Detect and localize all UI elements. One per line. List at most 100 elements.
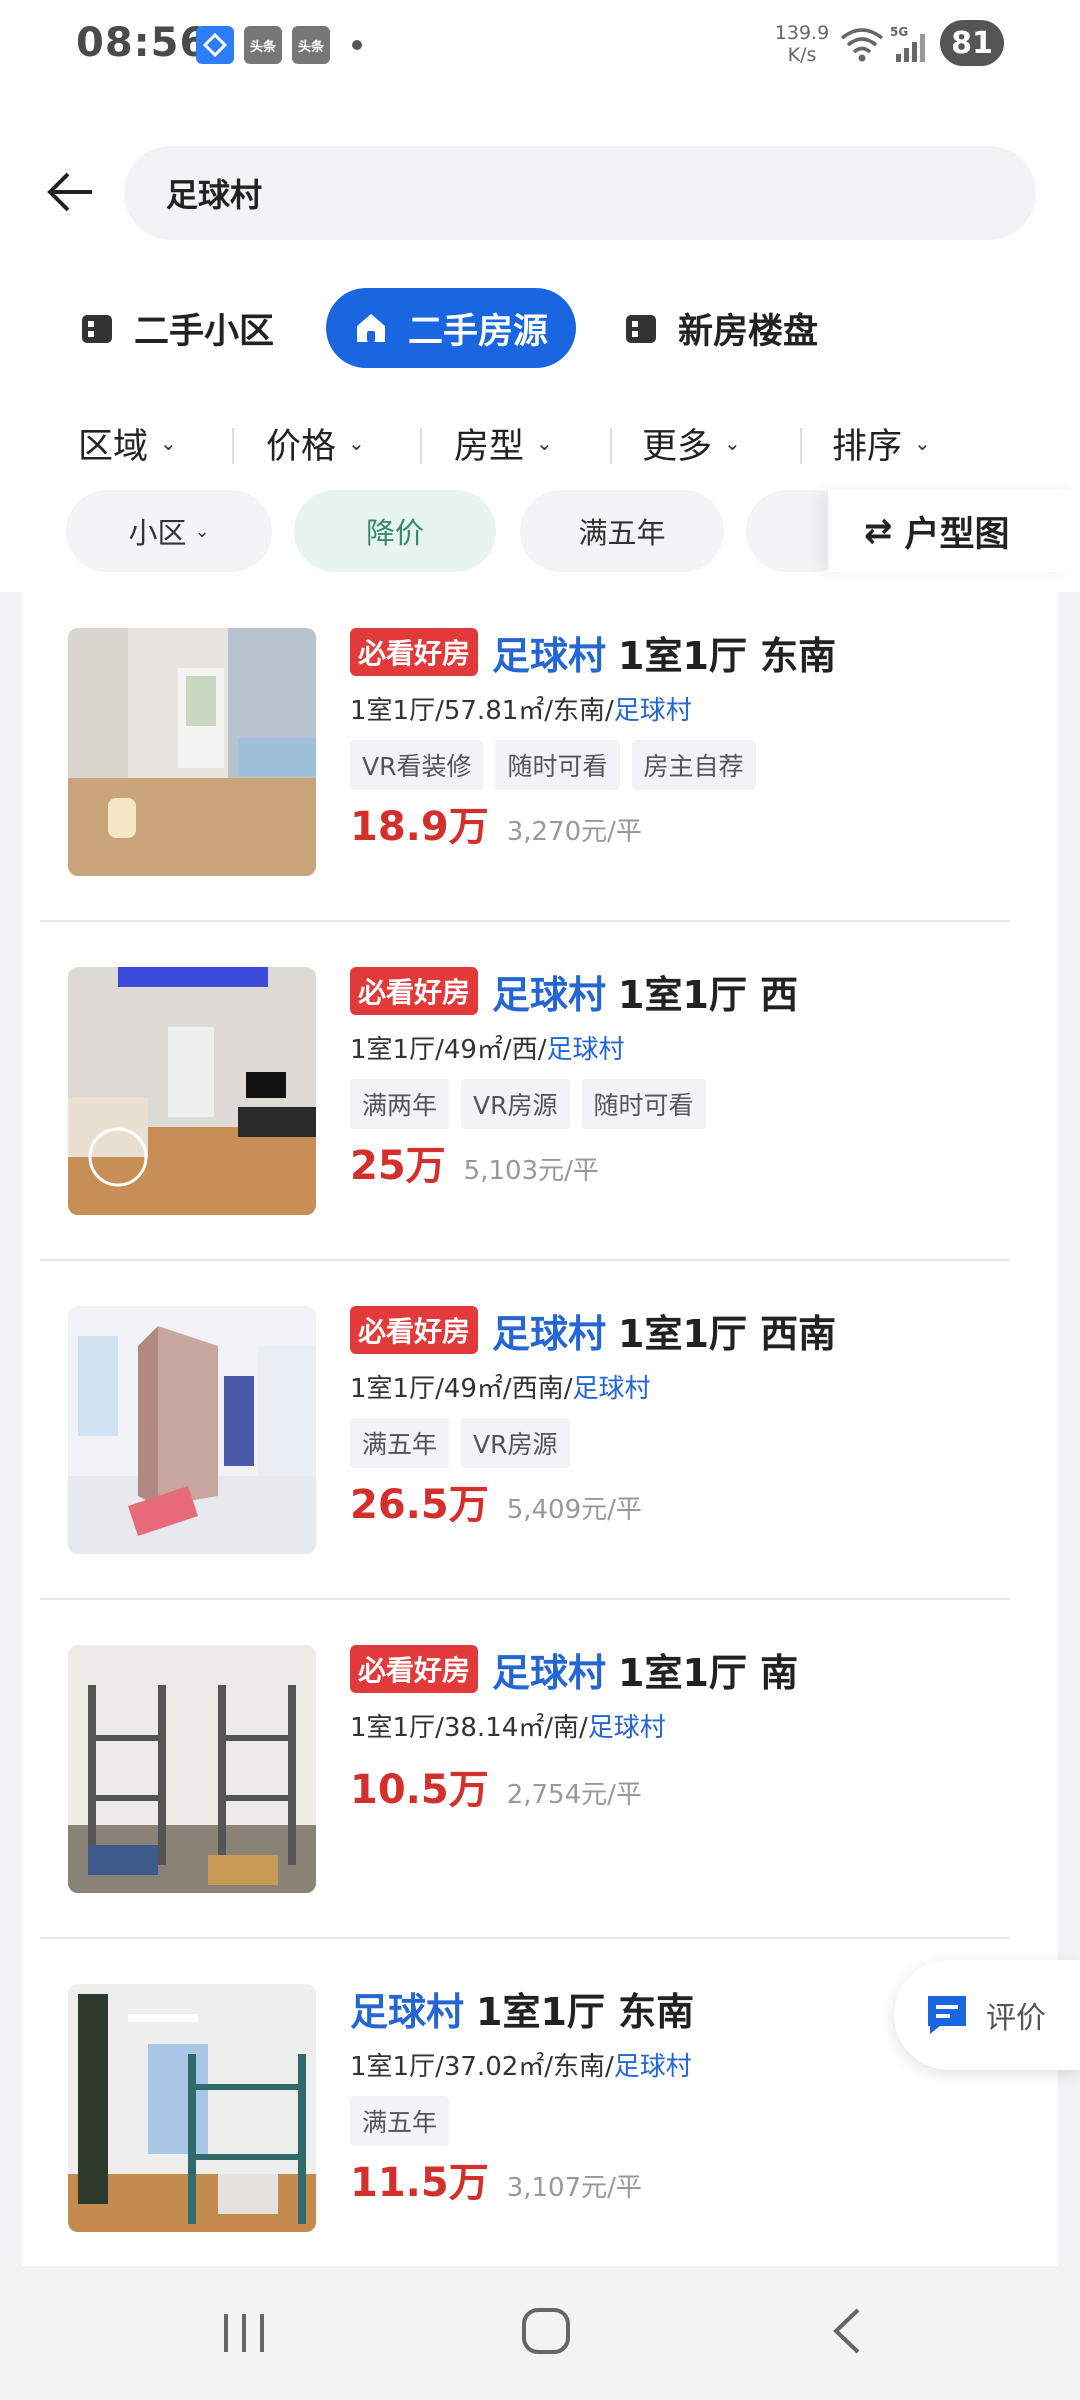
listing-tag: 满五年 <box>350 2096 450 2146</box>
listing-community-link[interactable]: 足球村 <box>350 1981 464 2036</box>
toutiao-icon: 头条 <box>292 26 330 64</box>
chevron-down-icon: ⌄ <box>194 520 210 542</box>
net-speed: 139.9 K/s <box>774 22 830 66</box>
listing-card[interactable]: 必看好房 足球村 1室1厅 西南 1室1厅/49㎡/西南/足球村 满五年 VR房… <box>22 1270 1058 1608</box>
category-tabs: 二手小区 二手房源 新房楼盘 <box>0 288 1080 372</box>
must-see-badge: 必看好房 <box>350 967 479 1015</box>
community-link[interactable]: 足球村 <box>614 696 692 726</box>
community-link[interactable]: 足球村 <box>614 2052 692 2082</box>
listing-title: 1室1厅 西南 <box>618 1311 837 1356</box>
listing-title: 1室1厅 东南 <box>618 633 837 678</box>
listing-title: 1室1厅 东南 <box>476 1989 695 2034</box>
listing-meta: 1室1厅/57.81㎡/东南/足球村 <box>350 696 692 726</box>
recent-apps-icon[interactable] <box>204 2296 284 2366</box>
filter-divider <box>800 428 802 464</box>
wifi-icon <box>840 28 884 62</box>
listing-meta: 1室1厅/49㎡/西/足球村 <box>350 1035 625 1065</box>
listing-photo <box>68 967 316 1215</box>
review-button[interactable]: 评价 <box>894 1960 1080 2070</box>
listing-price: 10.5万 <box>350 1767 489 1813</box>
tab-second-hand-listings[interactable]: 二手房源 <box>326 288 577 368</box>
must-see-badge: 必看好房 <box>350 628 479 676</box>
tab-second-hand-community[interactable]: 二手小区 <box>80 288 274 368</box>
chevron-down-icon: ⌄ <box>914 431 931 455</box>
listing-title: 1室1厅 西 <box>618 972 799 1017</box>
building-icon <box>82 315 112 343</box>
listing-tags: VR看装修 随时可看 房主自荐 <box>350 740 756 790</box>
floorplan-button[interactable]: ⇄ 户型图 <box>828 490 1080 572</box>
status-bar: 08:56 头条 头条 139.9 K/s 5G 81 <box>0 0 1080 90</box>
divider <box>40 1259 1010 1261</box>
listing-tags: 满两年 VR房源 随时可看 <box>350 1079 706 1129</box>
home-icon <box>357 314 385 342</box>
listing-card[interactable]: 必看好房 足球村 1室1厅 西 1室1厅/49㎡/西/足球村 满两年 VR房源 … <box>22 931 1058 1269</box>
price-row: 25万 5,103元/平 <box>350 1133 599 1189</box>
listing-card[interactable]: 必看好房 足球村 1室1厅 南 1室1厅/38.14㎡/南/足球村 10.5万 … <box>22 1609 1058 1947</box>
listing-price: 25万 <box>350 1143 446 1189</box>
chip-community[interactable]: 小区 ⌄ <box>66 490 272 572</box>
listing-title-row: 足球村 1室1厅 东南 <box>350 1980 694 2036</box>
filter-divider <box>610 428 612 464</box>
listing-price: 11.5万 <box>350 2160 489 2206</box>
listing-photo <box>68 628 316 876</box>
community-link[interactable]: 足球村 <box>588 1713 666 1743</box>
building-icon <box>626 315 656 343</box>
home-button-icon[interactable] <box>506 2296 586 2366</box>
chip-five-years[interactable]: 满五年 <box>520 490 724 572</box>
listing-price: 26.5万 <box>350 1482 489 1528</box>
filter-divider <box>420 428 422 464</box>
unit-price: 5,103元/平 <box>463 1156 599 1186</box>
community-link[interactable]: 足球村 <box>546 1035 624 1065</box>
listing-meta: 1室1厅/49㎡/西南/足球村 <box>350 1374 651 1404</box>
chevron-down-icon: ⌄ <box>348 431 365 455</box>
filter-sort[interactable]: 排序 ⌄ <box>832 410 931 476</box>
listing-community-link[interactable]: 足球村 <box>492 964 606 1019</box>
back-arrow-icon[interactable] <box>44 162 96 222</box>
chip-price-drop[interactable]: 降价 <box>294 490 496 572</box>
price-row: 26.5万 5,409元/平 <box>350 1472 642 1528</box>
community-link[interactable]: 足球村 <box>572 1374 650 1404</box>
unit-price: 2,754元/平 <box>506 1780 642 1810</box>
filter-more[interactable]: 更多 ⌄ <box>642 410 741 476</box>
tab-new-homes[interactable]: 新房楼盘 <box>624 288 818 368</box>
status-time: 08:56 <box>76 20 209 66</box>
more-notifications-dot <box>352 40 362 50</box>
chevron-down-icon: ⌄ <box>724 431 741 455</box>
chevron-down-icon: ⌄ <box>536 431 553 455</box>
notification-icons: 头条 头条 <box>196 26 362 64</box>
listing-card[interactable]: 必看好房 足球村 1室1厅 东南 1室1厅/57.81㎡/东南/足球村 VR看装… <box>22 592 1058 930</box>
listing-tag: 随时可看 <box>495 740 620 790</box>
listing-tag: VR房源 <box>461 1079 570 1129</box>
filter-layout[interactable]: 房型 ⌄ <box>454 410 553 476</box>
listing-title: 1室1厅 南 <box>618 1650 799 1695</box>
filter-price[interactable]: 价格 ⌄ <box>266 410 365 476</box>
listing-meta: 1室1厅/38.14㎡/南/足球村 <box>350 1713 666 1743</box>
listing-tag: VR房源 <box>461 1418 570 1468</box>
filter-region[interactable]: 区域 ⌄ <box>78 410 177 476</box>
listing-meta: 1室1厅/37.02㎡/东南/足球村 <box>350 2052 692 2082</box>
back-nav-icon[interactable] <box>808 2296 888 2366</box>
quick-filter-chips: 小区 ⌄ 降价 满五年 ⇄ 户型图 <box>0 490 1080 572</box>
listing-community-link[interactable]: 足球村 <box>492 625 606 680</box>
listing-community-link[interactable]: 足球村 <box>492 1642 606 1697</box>
search-input[interactable]: 足球村 <box>124 146 1036 240</box>
listing-tags: 满五年 <box>350 2096 450 2146</box>
comment-icon <box>928 1996 966 2034</box>
price-row: 18.9万 3,270元/平 <box>350 794 642 850</box>
svg-text:5G: 5G <box>890 25 908 39</box>
signal-icon: 5G <box>890 25 925 62</box>
system-nav-bar <box>0 2266 1080 2400</box>
listing-photo <box>68 1984 316 2232</box>
divider <box>40 920 1010 922</box>
filter-bar: 区域 ⌄ 价格 ⌄ 房型 ⌄ 更多 ⌄ 排序 ⌄ <box>0 410 1080 476</box>
must-see-badge: 必看好房 <box>350 1645 479 1693</box>
unit-price: 5,409元/平 <box>506 1495 642 1525</box>
listing-community-link[interactable]: 足球村 <box>492 1303 606 1358</box>
battery-indicator: 81 <box>940 20 1004 66</box>
unit-price: 3,107元/平 <box>506 2173 642 2203</box>
listing-tag: VR看装修 <box>350 740 484 790</box>
divider <box>40 1598 1010 1600</box>
listing-photo <box>68 1306 316 1554</box>
unit-price: 3,270元/平 <box>506 817 642 847</box>
filter-divider <box>232 428 234 464</box>
